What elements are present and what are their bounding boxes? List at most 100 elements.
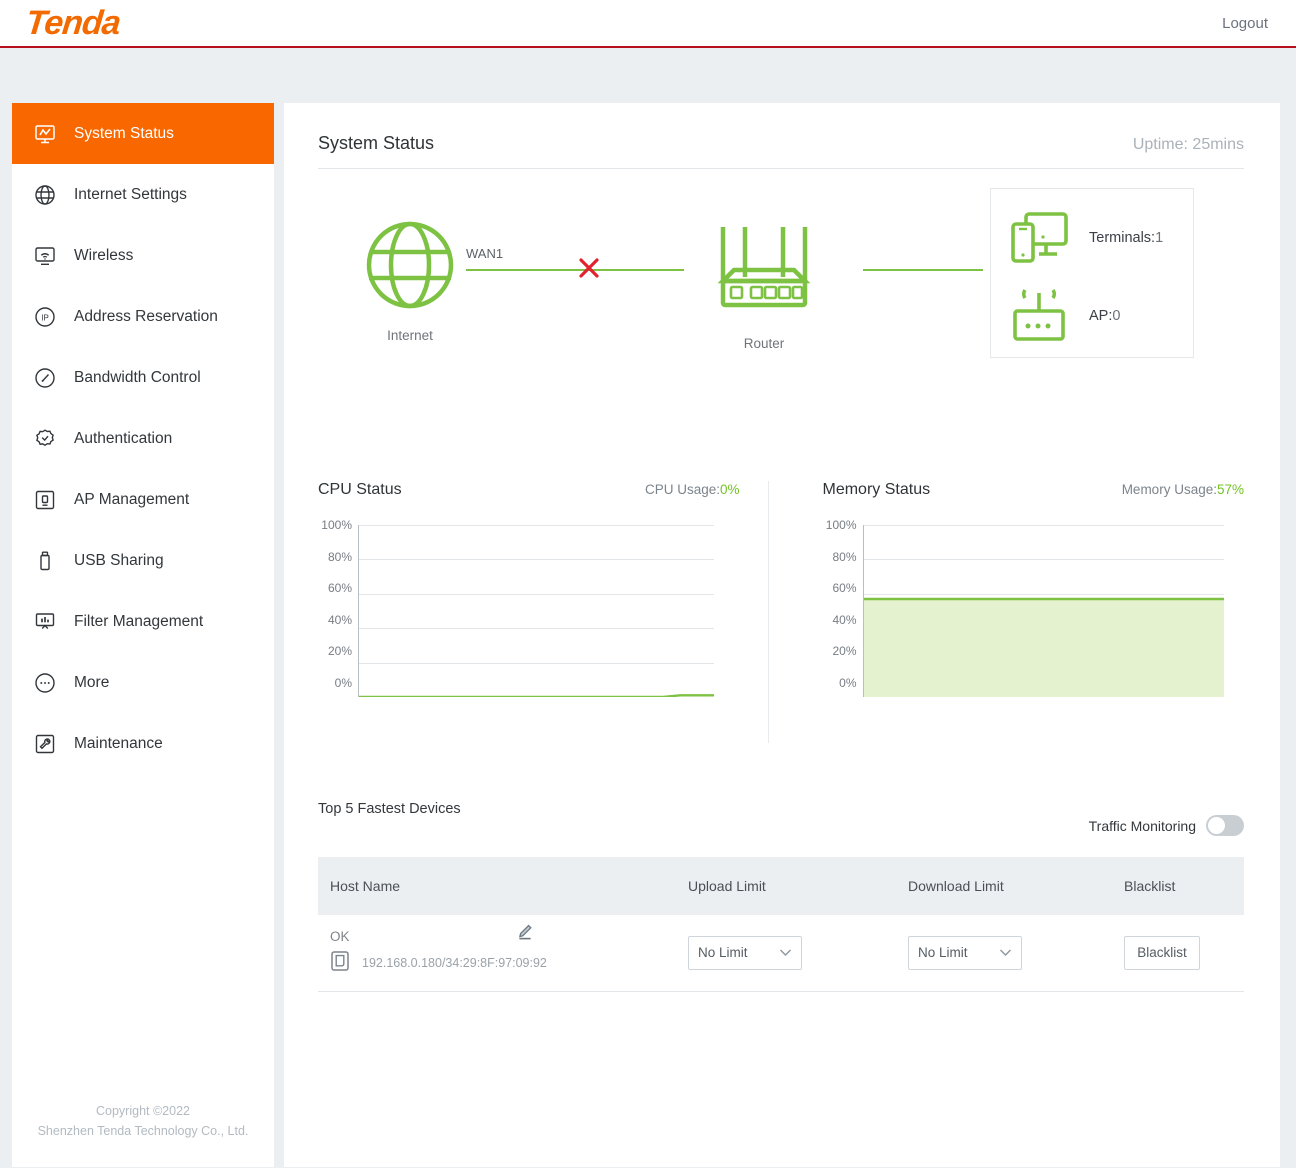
cpu-status-chart: CPU Status CPU Usage:0% 100% 80% 60% 40%… (318, 481, 768, 743)
cpu-chart-header: CPU Status CPU Usage:0% (318, 481, 740, 499)
badge-check-icon (32, 426, 58, 452)
wan-port-label: WAN1 (466, 246, 504, 261)
globe-icon (32, 182, 58, 208)
sidebar-item-authentication[interactable]: Authentication (12, 408, 274, 469)
router-device-icon (717, 227, 811, 308)
internet-router-link (466, 269, 684, 271)
y-tick: 60% (327, 581, 352, 596)
ap-count: AP:0 (1089, 308, 1120, 324)
main-content-panel: System Status Uptime: 25mins Internet WA… (284, 103, 1280, 1167)
logout-link[interactable]: Logout (1222, 15, 1268, 32)
memory-chart-title: Memory Status (822, 481, 931, 498)
memory-usage-readout: Memory Usage:57% (1122, 482, 1244, 497)
memory-plot-area (862, 525, 1245, 697)
sidebar-item-label: Maintenance (74, 734, 163, 752)
page-title: System Status (318, 133, 435, 153)
network-topology-diagram: Internet WAN1 Router Terminals:1 AP:0 (318, 188, 1244, 463)
blacklist-cell: Blacklist (1112, 915, 1244, 992)
ap-value: 0 (1112, 308, 1121, 324)
sidebar-item-ap-management[interactable]: AP Management (12, 469, 274, 530)
column-header-host-name: Host Name (318, 857, 676, 915)
sidebar-item-label: Bandwidth Control (74, 368, 201, 386)
connected-devices-box: Terminals:1 AP:0 (990, 188, 1194, 358)
gauge-icon (32, 365, 58, 391)
traffic-monitoring-toggle[interactable] (1206, 815, 1244, 836)
blacklist-button[interactable]: Blacklist (1124, 935, 1200, 970)
sidebar-item-label: AP Management (74, 490, 190, 508)
upload-limit-value: No Limit (698, 945, 748, 961)
internet-globe-icon (366, 221, 454, 309)
terminals-row: Terminals:1 (1009, 205, 1193, 271)
uptime-status: Uptime: 25mins (1132, 136, 1244, 153)
y-tick: 20% (832, 644, 857, 659)
sidebar-item-more[interactable]: More (12, 652, 274, 713)
y-tick: 0% (839, 675, 857, 690)
host-name-cell: OK 192.168.0.180/34:29:8F:97:09:92 (318, 915, 676, 992)
memory-usage-value: 57% (1216, 482, 1244, 497)
cpu-chart-title: CPU Status (318, 481, 402, 498)
cpu-y-axis: 100% 80% 60% 40% 20% 0% (318, 518, 358, 690)
memory-status-chart: Memory Status Memory Usage:57% 100% 80% … (767, 481, 1245, 743)
sidebar-item-label: More (74, 673, 110, 691)
y-tick: 100% (825, 518, 857, 532)
y-tick: 100% (321, 518, 352, 532)
page-header: System Status Uptime: 25mins (318, 133, 1244, 169)
sidebar-item-label: Internet Settings (74, 185, 187, 203)
internet-node-label: Internet (387, 328, 433, 343)
terminals-count: Terminals:1 (1089, 230, 1163, 246)
terminals-value: 1 (1155, 230, 1164, 246)
host-name-value: OK (330, 928, 350, 944)
ap-icon (1013, 288, 1065, 341)
y-tick: 20% (327, 644, 352, 659)
ellipsis-circle-icon (32, 670, 58, 696)
sidebar-item-filter-management[interactable]: Filter Management (12, 591, 274, 652)
sidebar-item-address-reservation[interactable]: IP Address Reservation (12, 286, 274, 347)
download-limit-value: No Limit (918, 945, 968, 961)
memory-usage-label: Memory Usage: (1121, 482, 1217, 497)
sidebar-item-label: Wireless (74, 246, 134, 264)
sidebar-item-bandwidth-control[interactable]: Bandwidth Control (12, 347, 274, 408)
y-tick: 60% (832, 581, 857, 596)
connection-error-x-icon (576, 255, 602, 281)
sidebar-item-internet-settings[interactable]: Internet Settings (12, 164, 274, 225)
wrench-icon (32, 731, 58, 757)
upload-limit-select[interactable]: No Limit (688, 935, 802, 970)
sidebar-item-label: Authentication (74, 429, 173, 447)
sidebar-item-system-status[interactable]: System Status (12, 103, 274, 164)
top-header-bar: Tenda Logout (0, 0, 1296, 48)
chevron-down-icon (779, 945, 792, 960)
sidebar-item-label: Filter Management (74, 612, 204, 630)
sidebar-item-usb-sharing[interactable]: USB Sharing (12, 530, 274, 591)
traffic-monitoring-control: Traffic Monitoring (1089, 815, 1244, 836)
sidebar-item-label: Address Reservation (74, 307, 218, 325)
router-node-label: Router (743, 336, 785, 351)
copyright-line-1: Copyright ©2022 (96, 1104, 190, 1119)
cpu-plot-wrap: 100% 80% 60% 40% 20% 0% (318, 518, 740, 697)
svg-text:IP: IP (41, 313, 49, 322)
system-status-icon (32, 121, 58, 147)
wireless-icon (32, 243, 58, 269)
download-limit-select[interactable]: No Limit (908, 935, 1022, 970)
devices-header: Top 5 Fastest Devices Traffic Monitoring (318, 801, 1244, 847)
traffic-monitoring-label: Traffic Monitoring (1088, 817, 1196, 834)
sidebar-item-label: USB Sharing (74, 551, 164, 569)
ip-circle-icon: IP (32, 304, 58, 330)
edit-pencil-icon[interactable] (516, 923, 534, 946)
host-address-row: 192.168.0.180/34:29:8F:97:09:92 (330, 950, 676, 977)
device-ip-mac: 192.168.0.180/34:29:8F:97:09:92 (362, 956, 547, 971)
y-tick: 80% (832, 549, 857, 564)
filter-chart-icon (32, 609, 58, 635)
devices-table: Host Name Upload Limit Download Limit Bl… (318, 857, 1244, 992)
sidebar-item-maintenance[interactable]: Maintenance (12, 713, 274, 774)
upload-limit-cell: No Limit (676, 915, 896, 992)
toggle-knob (1208, 817, 1225, 834)
sidebar-item-wireless[interactable]: Wireless (12, 225, 274, 286)
download-limit-cell: No Limit (896, 915, 1112, 992)
status-charts: CPU Status CPU Usage:0% 100% 80% 60% 40%… (318, 481, 1244, 743)
page-shell: System Status Internet Settings Wireless… (0, 48, 1296, 1167)
device-type-icon (330, 950, 350, 977)
sidebar-nav: System Status Internet Settings Wireless… (12, 103, 274, 1167)
router-lan-link (863, 269, 983, 271)
sidebar-item-label: System Status (74, 124, 174, 142)
cpu-usage-readout: CPU Usage:0% (645, 482, 740, 497)
